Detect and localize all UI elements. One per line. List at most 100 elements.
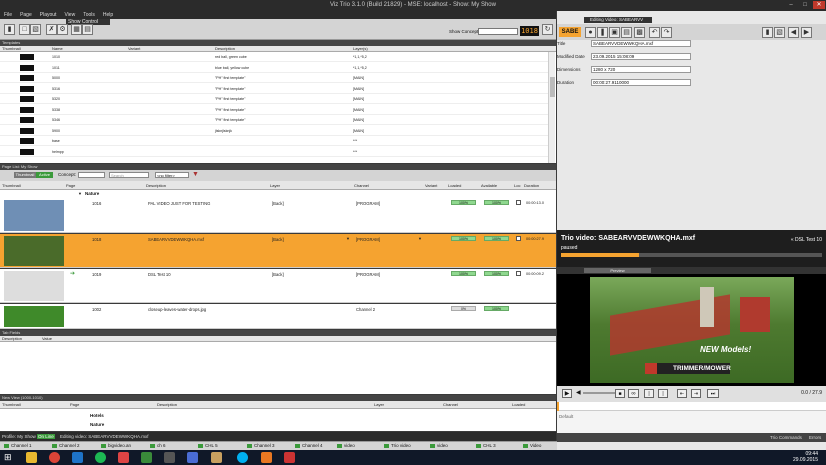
save-page-icon[interactable]: ▮ [762, 27, 773, 38]
export-icon[interactable]: ▤ [82, 24, 93, 35]
page-row[interactable]: 1002 closeup-leaves-water-drops.jpg Channe… [0, 304, 556, 329]
channel-tab[interactable]: Channel 1 [2, 443, 32, 449]
mark-in-icon[interactable]: | [644, 389, 654, 398]
tab-trio-commands[interactable]: Trio Commands [770, 433, 802, 442]
field-input[interactable]: SABEARVVDEWWKQHA.mxf [591, 40, 691, 47]
prev-icon[interactable]: ◀ [788, 27, 799, 38]
tab-errors[interactable]: Errors [809, 433, 821, 442]
template-row[interactable]: 1010 red ball, green cube *1,1,*5,2 [0, 52, 548, 62]
expand-icon[interactable]: ▼ [78, 190, 82, 198]
viz-trio-icon[interactable] [141, 452, 152, 463]
scrollbar-thumb[interactable] [550, 77, 555, 97]
start-icon[interactable]: ⊞ [4, 453, 13, 462]
undo-icon[interactable]: ↶ [649, 27, 660, 38]
outlook-icon[interactable] [72, 452, 83, 463]
template-row[interactable]: 5338 "PH" first template" [MAIN] [0, 105, 548, 115]
play-icon[interactable]: ▶ [562, 389, 572, 398]
col-layer[interactable]: Layer [270, 181, 280, 190]
menu-help[interactable]: Help [99, 11, 117, 18]
menu-file[interactable]: File [0, 11, 16, 18]
volume-icon[interactable]: ◀ [576, 389, 581, 396]
clip-icon[interactable]: ▤ [621, 27, 632, 38]
app-icon[interactable] [118, 452, 129, 463]
col-tf-value[interactable]: Value [42, 336, 52, 342]
layer-dropdown-icon[interactable]: ▼ [346, 236, 350, 241]
refresh-icon[interactable]: ↻ [542, 24, 553, 35]
templates-scrollbar[interactable] [548, 52, 555, 163]
menu-playout[interactable]: Playout [36, 11, 61, 18]
menu-page[interactable]: Page [16, 11, 36, 18]
record-icon[interactable]: ● [585, 27, 596, 38]
show-concept-select[interactable] [478, 28, 518, 35]
channel-dropdown-icon[interactable]: ▼ [418, 236, 422, 241]
close-icon[interactable]: ✕ [813, 1, 825, 9]
concept-select[interactable] [78, 172, 105, 178]
monitor-icon[interactable] [187, 452, 198, 463]
col-available[interactable]: Available [481, 181, 497, 190]
menu-view[interactable]: View [60, 11, 79, 18]
field-input[interactable]: 23.09.2015 15:08:09 [591, 53, 691, 60]
volume-slider[interactable] [583, 392, 617, 394]
template-row[interactable]: 5346 "PH" first template" [MAIN] [0, 115, 548, 125]
col-duration[interactable]: Duration [524, 181, 539, 190]
group-nature[interactable]: ▼ Nature [0, 190, 556, 198]
go-out-icon[interactable]: ⇥ [691, 389, 701, 398]
channel-tab[interactable]: ch 6 [148, 443, 166, 449]
terminal-icon[interactable] [164, 452, 175, 463]
chrome-icon[interactable] [49, 452, 60, 463]
tools-icon[interactable]: ✗ [46, 24, 57, 35]
timeline-cursor[interactable] [557, 402, 559, 411]
field-input[interactable]: 1280 x 720 [591, 66, 691, 73]
channel-tab[interactable]: bigvideo.an [99, 443, 131, 449]
channel-tab[interactable]: Trio video [382, 443, 411, 449]
col-thumbnail[interactable]: Thumbnail [2, 181, 21, 190]
pagelist-search-input[interactable]: Search [109, 172, 149, 178]
field-input[interactable]: 00:00:27.9110000 [591, 79, 691, 86]
newview-group-nature[interactable]: Nature [90, 422, 104, 427]
minimize-icon[interactable]: – [785, 1, 797, 9]
timeline-track[interactable]: Default [557, 411, 826, 433]
save-icon[interactable]: ▮ [4, 24, 15, 35]
col-nv-description[interactable]: Description [157, 401, 177, 409]
timeline-ruler[interactable] [557, 402, 826, 411]
spotify-icon[interactable] [95, 452, 106, 463]
col-page[interactable]: Page [66, 181, 75, 190]
col-description[interactable]: Description [146, 181, 166, 190]
save-as-icon[interactable]: ▧ [774, 27, 785, 38]
newview-group-hotels[interactable]: Hotels [90, 413, 104, 418]
tab-thumbnail[interactable]: Thumbnail [14, 172, 36, 178]
loop-checkbox[interactable] [516, 200, 521, 205]
stop-icon[interactable]: ■ [615, 389, 625, 398]
pause-icon[interactable]: ❚ [597, 27, 608, 38]
channel-tab[interactable]: Video [521, 443, 541, 449]
new-page-icon[interactable]: □ [19, 24, 30, 35]
page-row[interactable]: 1016 PAL VIDEO JUST FOR TESTING [Back] [PRO… [0, 198, 556, 233]
col-nv-layer[interactable]: Layer [374, 401, 384, 409]
col-loaded[interactable]: Loaded [448, 181, 461, 190]
layers-icon[interactable]: ▦ [71, 24, 82, 35]
skype-icon[interactable] [237, 452, 248, 463]
tab-active[interactable]: Active [36, 172, 53, 178]
filter-icon[interactable]: ▼ [192, 171, 199, 178]
channel-tab[interactable]: Channel 3 [245, 443, 275, 449]
template-row[interactable]: 5316 "PH" first template" [MAIN] [0, 84, 548, 94]
loop-icon[interactable]: ∞ [628, 389, 639, 398]
go-in-icon[interactable]: ⇤ [677, 389, 687, 398]
copy-page-icon[interactable]: ▧ [30, 24, 41, 35]
col-nv-channel[interactable]: Channel [443, 401, 458, 409]
col-loc[interactable]: Loc [514, 181, 520, 190]
col-tf-description[interactable]: Description [2, 336, 22, 342]
maximize-icon[interactable]: □ [799, 1, 811, 9]
acrobat-icon[interactable] [284, 452, 295, 463]
template-row[interactable]: 5900 jlsknjlsknjk [MAIN] [0, 126, 548, 136]
next-icon[interactable]: ▶ [801, 27, 812, 38]
file-explorer-icon[interactable] [26, 452, 37, 463]
col-nv-page[interactable]: Page [70, 401, 79, 409]
channel-tab[interactable]: Channel 2 [50, 443, 80, 449]
channel-tab[interactable]: video [428, 443, 448, 449]
channel-tab[interactable]: CHL 5 [196, 443, 218, 449]
template-row[interactable]: 5320 "PH" first template" [MAIN] [0, 94, 548, 104]
preview-monitor[interactable]: NEW Models! TRIMMER/MOWER [557, 274, 826, 386]
col-variant[interactable]: Variant [425, 181, 437, 190]
settings-icon[interactable]: ⚙ [57, 24, 68, 35]
